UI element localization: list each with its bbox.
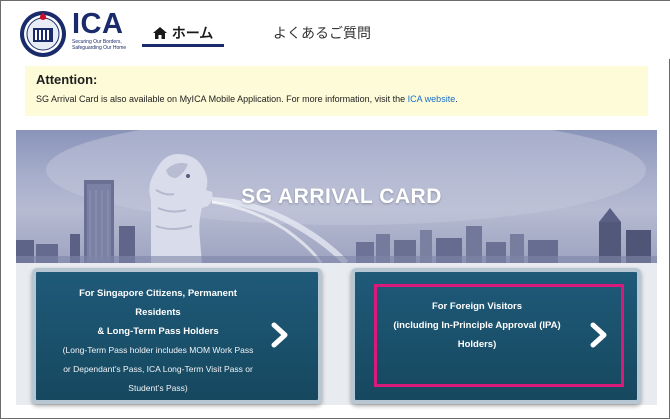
foreign-visitors-card-button[interactable]: For Foreign Visitors (including In-Princ… <box>351 268 641 404</box>
active-nav-indicator <box>142 44 224 47</box>
visitors-card-line1: For Foreign Visitors <box>431 301 523 312</box>
hero-title: SG ARRIVAL CARD <box>241 185 442 208</box>
attention-body-text: SG Arrival Card is also available on MyI… <box>36 94 406 104</box>
site-header: ICA Securing Our Borders, Safeguarding O… <box>1 1 670 59</box>
residents-card-text: For Singapore Citizens, Permanent Reside… <box>44 284 272 398</box>
chevron-right-icon <box>271 322 288 348</box>
nav-home-label: ホーム <box>171 25 214 41</box>
ica-emblem-icon[interactable] <box>18 9 68 59</box>
attention-suffix: . <box>455 94 458 104</box>
residents-card-button[interactable]: For Singapore Citizens, Permanent Reside… <box>32 268 322 404</box>
chevron-right-icon <box>590 322 607 348</box>
attention-message: SG Arrival Card is also available on MyI… <box>36 94 458 104</box>
residents-card-line4: (Long-Term Pass holder includes MOM Work… <box>62 345 254 355</box>
residents-card-line1: For Singapore Citizens, Permanent <box>79 288 237 299</box>
hero-banner: SG ARRIVAL CARD <box>16 130 657 263</box>
logo-tagline: Securing Our Borders, Safeguarding Our H… <box>72 39 127 51</box>
residents-card-line6: Student’s Pass) <box>128 383 188 393</box>
ica-website-link[interactable]: ICA website <box>408 94 456 104</box>
attention-banner: Attention: SG Arrival Card is also avail… <box>25 66 648 116</box>
nav-home-link[interactable]: ホーム <box>142 19 224 47</box>
visitors-card-line3: Holders) <box>457 339 497 350</box>
residents-card-line3: & Long-Term Pass Holders <box>97 326 219 337</box>
home-icon <box>152 27 167 39</box>
logo-title: ICA <box>72 8 124 40</box>
attention-title: Attention: <box>36 72 98 87</box>
logo-wordmark[interactable]: ICA Securing Our Borders, Safeguarding O… <box>72 9 132 51</box>
visitors-card-text: For Foreign Visitors (including In-Princ… <box>377 297 577 354</box>
visitors-card-line2: (including In-Principle Approval (IPA) <box>393 320 561 331</box>
nav-faq-link[interactable]: よくあるご質問 <box>273 23 371 43</box>
residents-card-line5: or Dependant’s Pass, ICA Long-Term Visit… <box>63 364 253 374</box>
residents-card-line2: Residents <box>135 307 181 318</box>
